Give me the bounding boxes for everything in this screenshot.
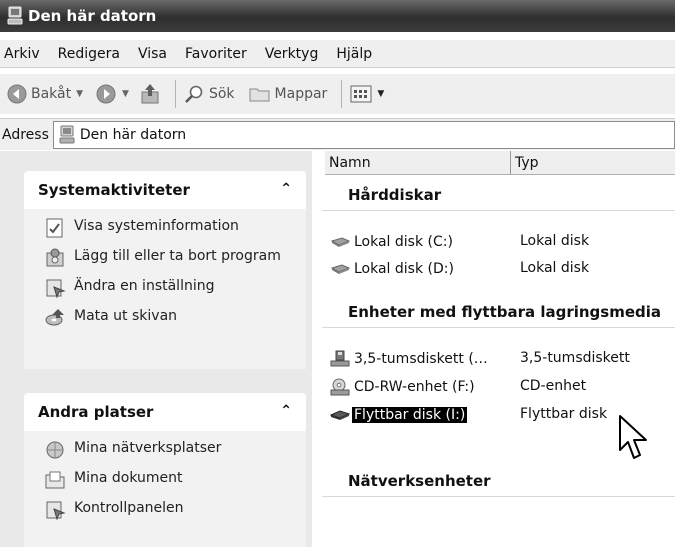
forward-arrow-icon — [96, 84, 116, 104]
menu-visa[interactable]: Visa — [138, 46, 167, 62]
item-name: Lokal disk (C:) — [354, 234, 453, 250]
menu-favoriter[interactable]: Favoriter — [185, 46, 247, 62]
system-tasks-panel: Visa systeminformation Lägg till eller t… — [24, 209, 306, 369]
forward-button[interactable]: ▼ — [95, 83, 129, 105]
item-type: CD-enhet — [520, 378, 587, 394]
group-divider — [322, 496, 675, 497]
group-divider — [322, 327, 675, 328]
task-label: Ändra en inställning — [74, 278, 215, 294]
item-name: 3,5-tumsdiskett (… — [354, 351, 488, 367]
group-divider — [322, 210, 675, 211]
collapse-chevron-icon[interactable]: ⌃ — [280, 403, 292, 419]
folders-button[interactable]: Mappar — [249, 85, 328, 103]
removable-disk-icon — [330, 410, 350, 420]
group-title-hard-disks: Hårddiskar — [348, 186, 442, 204]
list-item[interactable]: Lokal disk (C:) — [330, 231, 455, 253]
search-button[interactable]: Sök — [184, 84, 235, 104]
chevron-down-icon[interactable]: ▼ — [122, 89, 129, 99]
item-name: CD-RW-enhet (F:) — [354, 379, 475, 395]
system-tasks-header[interactable]: Systemaktiviteter ⌃ — [24, 171, 306, 209]
menu-verktyg[interactable]: Verktyg — [265, 46, 319, 62]
item-type: Lokal disk — [520, 233, 590, 249]
column-name-label: Namn — [329, 154, 371, 171]
menu-arkiv[interactable]: Arkiv — [4, 46, 40, 62]
task-change-setting[interactable]: Ändra en inställning — [24, 277, 306, 299]
task-label: Mata ut skivan — [74, 308, 178, 324]
network-places-icon — [46, 441, 64, 459]
group-title-removable: Enheter med flyttbara lagringsmedia — [348, 303, 662, 321]
chevron-down-icon[interactable]: ▼ — [377, 89, 384, 99]
menu-bar: Arkiv Redigera Visa Favoriter Verktyg Hj… — [0, 40, 675, 68]
list-item-selected[interactable]: Flyttbar disk (I:) — [330, 404, 469, 426]
other-places-panel: Mina nätverksplatser Mina dokument Kontr… — [24, 431, 306, 547]
place-label: Kontrollpanelen — [74, 500, 184, 516]
hard-disk-icon — [330, 237, 350, 247]
mouse-pointer-icon — [619, 415, 647, 459]
system-tasks-title: Systemaktiviteter — [38, 181, 190, 199]
add-remove-programs-icon — [46, 248, 64, 267]
place-label: Mina nätverksplatser — [74, 440, 222, 456]
item-type: 3,5-tumsdiskett — [520, 350, 630, 366]
item-type: Lokal disk — [520, 260, 590, 276]
search-icon — [185, 85, 203, 103]
control-panel-icon — [46, 501, 66, 521]
task-eject-disc[interactable]: Mata ut skivan — [24, 307, 306, 329]
column-header-name[interactable]: Namn — [325, 151, 511, 175]
address-bar: Adress Den här datorn — [0, 118, 675, 150]
task-label: Lägg till eller ta bort program — [74, 248, 281, 264]
address-label: Adress — [2, 126, 49, 143]
floppy-drive-icon — [330, 350, 350, 367]
computer-icon — [7, 6, 23, 25]
menu-redigera[interactable]: Redigera — [58, 46, 120, 62]
window-title: Den här datorn — [28, 7, 157, 25]
eject-disc-icon — [45, 309, 64, 326]
cd-drive-icon — [330, 378, 350, 396]
place-documents[interactable]: Mina dokument — [24, 469, 306, 491]
column-type-label: Typ — [515, 154, 539, 171]
system-info-icon — [46, 218, 63, 238]
up-button[interactable] — [139, 82, 161, 106]
other-places-title: Andra platser — [38, 403, 154, 421]
back-button[interactable]: Bakåt ▼ — [6, 83, 83, 105]
task-add-remove-programs[interactable]: Lägg till eller ta bort program — [24, 247, 306, 269]
folder-up-icon — [141, 84, 159, 104]
list-item[interactable]: Lokal disk (D:) — [330, 258, 456, 280]
computer-icon — [59, 125, 75, 143]
item-type: Flyttbar disk — [520, 406, 608, 422]
task-label: Visa systeminformation — [74, 218, 239, 234]
place-network[interactable]: Mina nätverksplatser — [24, 439, 306, 461]
views-button[interactable]: ▼ — [350, 85, 384, 103]
control-panel-icon — [46, 279, 66, 299]
toolbar-divider — [174, 80, 176, 108]
folders-label: Mappar — [274, 86, 328, 102]
title-bar[interactable]: Den här datorn — [0, 0, 675, 32]
other-places-header[interactable]: Andra platser ⌃ — [24, 393, 306, 431]
item-name: Flyttbar disk (I:) — [350, 406, 469, 424]
address-value: Den här datorn — [79, 126, 187, 143]
place-label: Mina dokument — [74, 470, 183, 486]
collapse-chevron-icon[interactable]: ⌃ — [280, 181, 292, 197]
item-name: Lokal disk (D:) — [354, 261, 454, 277]
toolbar: Bakåt ▼ ▼ Sök Mappar ▼ — [0, 74, 675, 114]
back-arrow-icon — [7, 84, 27, 104]
folders-icon — [249, 88, 270, 102]
hard-disk-icon — [330, 264, 350, 274]
place-control-panel[interactable]: Kontrollpanelen — [24, 499, 306, 521]
chevron-down-icon[interactable]: ▼ — [76, 89, 83, 99]
list-item[interactable]: 3,5-tumsdiskett (… — [330, 348, 490, 370]
search-label: Sök — [208, 86, 235, 102]
column-header-type[interactable]: Typ — [511, 151, 675, 175]
view-grid-icon — [350, 85, 372, 103]
task-system-info[interactable]: Visa systeminformation — [24, 217, 306, 239]
back-label: Bakåt — [31, 86, 72, 102]
toolbar-divider — [341, 80, 343, 108]
address-field[interactable]: Den här datorn — [52, 120, 675, 149]
list-item[interactable]: CD-RW-enhet (F:) — [330, 376, 477, 398]
documents-folder-icon — [45, 471, 65, 489]
menu-hjalp[interactable]: Hjälp — [336, 46, 372, 62]
group-title-network: Nätverksenheter — [348, 472, 491, 490]
